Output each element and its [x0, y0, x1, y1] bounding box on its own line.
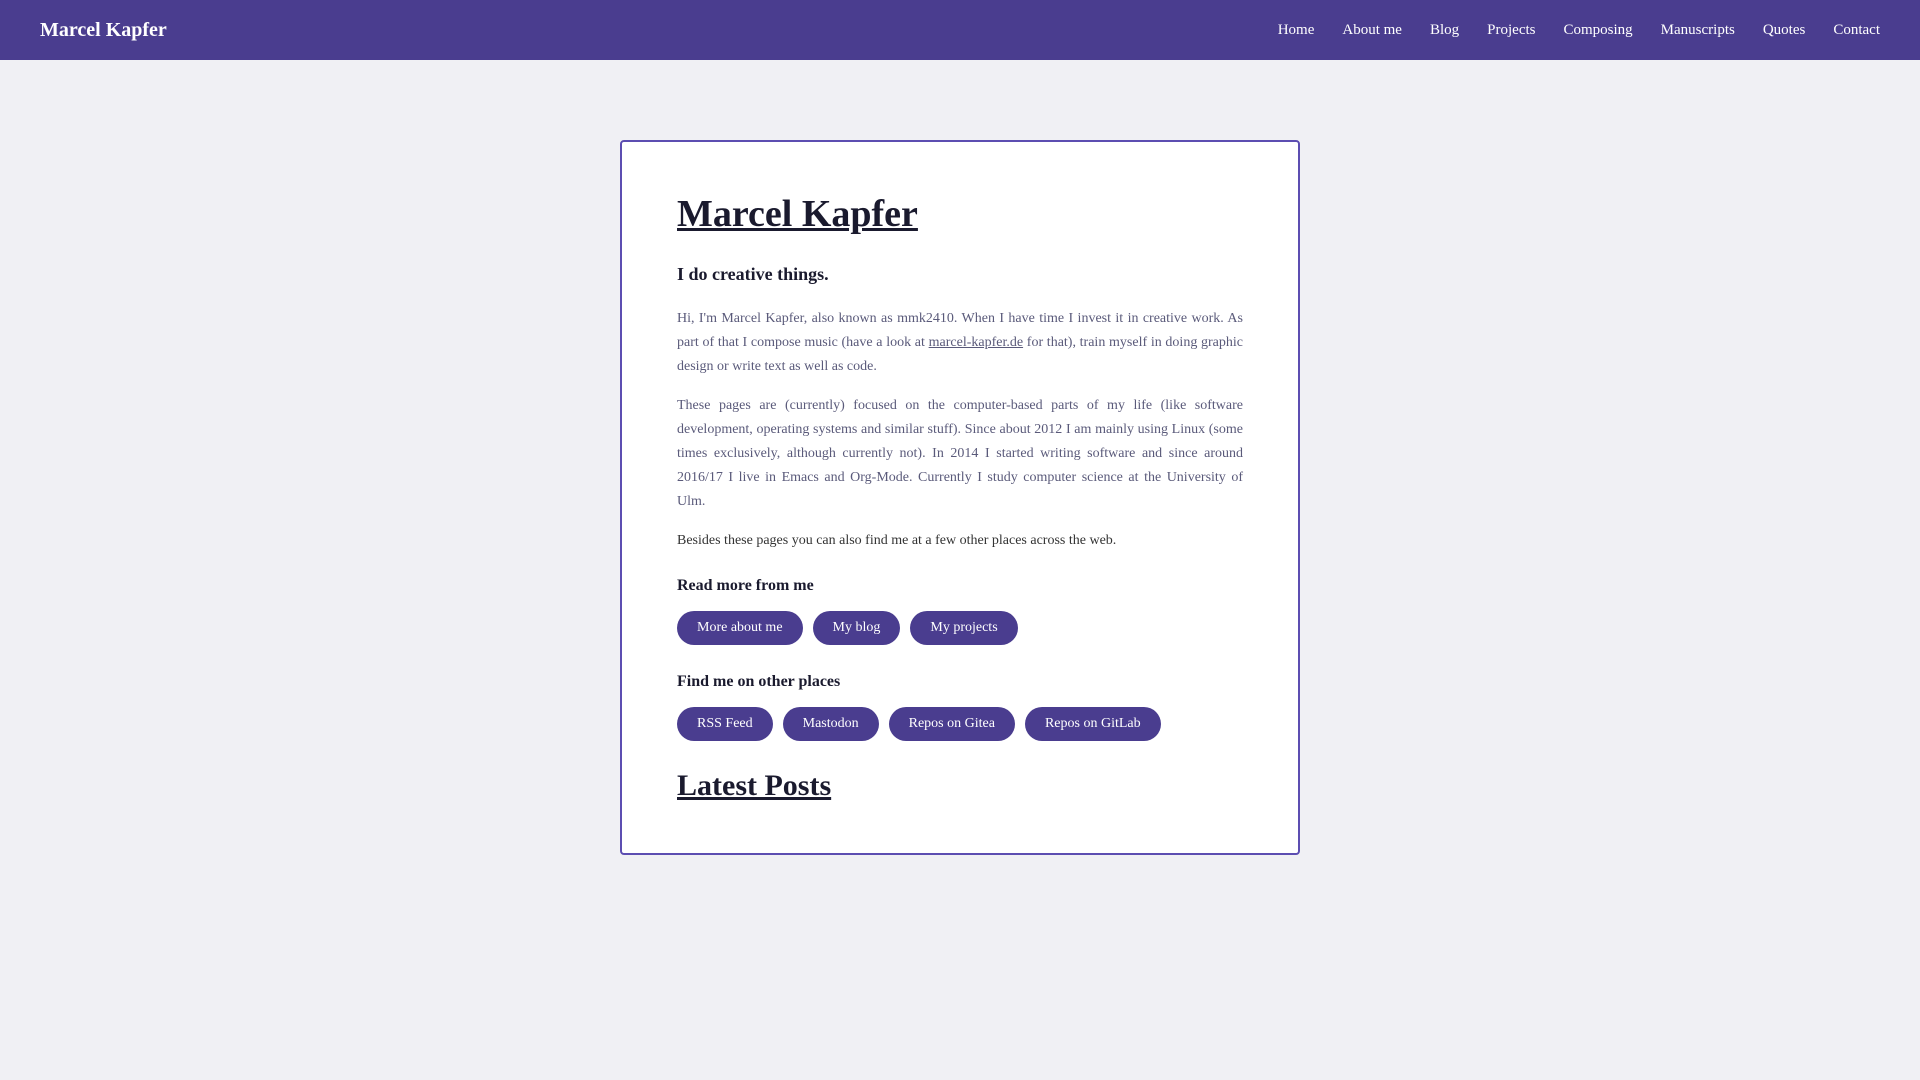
- main-nav: Home About me Blog Projects Composing Manuscr…: [1278, 22, 1880, 39]
- intro-paragraph-2: These pages are (currently) focused on t…: [677, 394, 1243, 513]
- nav-item-projects[interactable]: Projects: [1487, 22, 1535, 39]
- nav-item-blog[interactable]: Blog: [1430, 22, 1459, 39]
- read-more-label: Read more from me: [677, 577, 1243, 595]
- nav-item-composing[interactable]: Composing: [1563, 22, 1632, 39]
- find-me-btn-mastodon[interactable]: Mastodon: [783, 707, 879, 741]
- tagline: I do creative things.: [677, 264, 1243, 285]
- nav-item-about-me[interactable]: About me: [1342, 22, 1402, 39]
- site-title: Marcel Kapfer: [40, 19, 167, 42]
- latest-posts-heading: Latest Posts: [677, 769, 1243, 803]
- read-more-btn-my-blog[interactable]: My blog: [813, 611, 901, 645]
- intro-paragraph-1: Hi, I'm Marcel Kapfer, also known as mmk…: [677, 307, 1243, 378]
- site-header: Marcel Kapfer Home About me Blog Projects Co…: [0, 0, 1920, 60]
- read-more-btn-more-about-me[interactable]: More about me: [677, 611, 803, 645]
- find-me-label: Find me on other places: [677, 673, 1243, 691]
- page-wrapper: Marcel Kapfer I do creative things. Hi, …: [0, 60, 1920, 915]
- besides-text: Besides these pages you can also find me…: [677, 529, 1243, 553]
- nav-item-quotes[interactable]: Quotes: [1763, 22, 1806, 39]
- nav-item-home[interactable]: Home: [1278, 22, 1315, 39]
- find-me-btn-repos-on-gitlab[interactable]: Repos on GitLab: [1025, 707, 1161, 741]
- read-more-btn-my-projects[interactable]: My projects: [910, 611, 1017, 645]
- nav-item-manuscripts[interactable]: Manuscripts: [1661, 22, 1735, 39]
- find-me-btn-rss-feed[interactable]: RSS Feed: [677, 707, 773, 741]
- page-heading: Marcel Kapfer: [677, 192, 1243, 236]
- marcel-kapfer-link[interactable]: marcel-kapfer.de: [929, 335, 1023, 350]
- nav-item-contact[interactable]: Contact: [1833, 22, 1880, 39]
- content-card: Marcel Kapfer I do creative things. Hi, …: [620, 140, 1300, 855]
- find-me-btn-repos-on-gitea[interactable]: Repos on Gitea: [889, 707, 1015, 741]
- find-me-buttons: RSS Feed Mastodon Repos on Gitea Repos on G…: [677, 707, 1243, 741]
- read-more-buttons: More about me My blog My projects: [677, 611, 1243, 645]
